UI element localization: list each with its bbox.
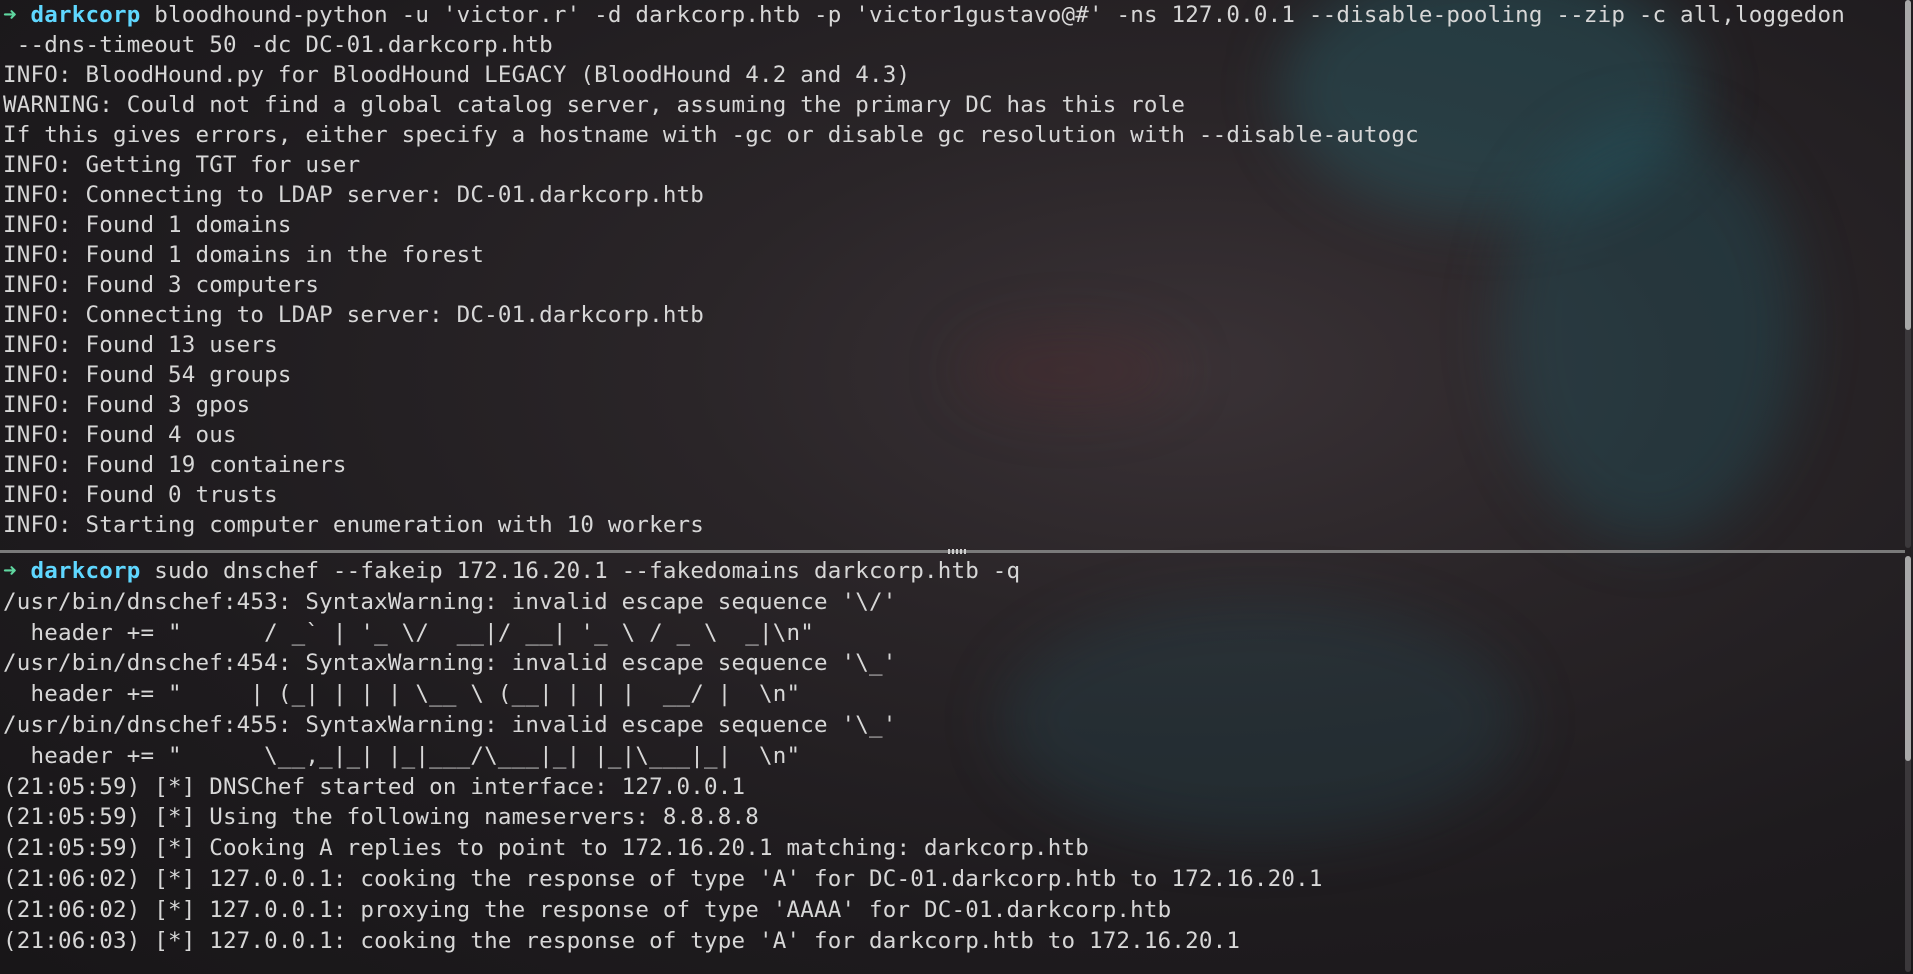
terminal-output: /usr/bin/dnschef:453: SyntaxWarning: inv… xyxy=(0,587,1905,957)
terminal-output: INFO: BloodHound.py for BloodHound LEGAC… xyxy=(0,60,1905,540)
output-line: INFO: Starting computer enumeration with… xyxy=(3,512,705,538)
prompt-arrow-icon: ➜ xyxy=(3,558,17,584)
prompt-arrow-icon: ➜ xyxy=(3,2,17,28)
output-line: header += " / _` | '_ \/ __|/ __| '_ \ /… xyxy=(3,619,815,646)
output-line: INFO: Found 0 trusts xyxy=(3,482,278,508)
output-line: /usr/bin/dnschef:455: SyntaxWarning: inv… xyxy=(3,711,897,738)
output-line: (21:05:59) [*] Cooking A replies to poin… xyxy=(3,835,1089,862)
output-line: INFO: Found 13 users xyxy=(3,332,278,358)
output-line: (21:06:02) [*] 127.0.0.1: cooking the re… xyxy=(3,865,1323,892)
output-line: INFO: Found 4 ous xyxy=(3,422,237,448)
output-line: INFO: Found 3 computers xyxy=(3,272,320,298)
output-line: (21:06:02) [*] 127.0.0.1: proxying the r… xyxy=(3,896,1172,923)
output-line: If this gives errors, either specify a h… xyxy=(3,122,1419,148)
command-text: bloodhound-python -u 'victor.r' -d darkc… xyxy=(140,2,1846,28)
prompt-host: darkcorp xyxy=(30,2,141,28)
output-line: INFO: Found 3 gpos xyxy=(3,392,251,418)
output-line: (21:06:03) [*] 127.0.0.1: cooking the re… xyxy=(3,927,1241,954)
terminal-pane-bottom[interactable]: ➜ darkcorp sudo dnschef --fakeip 172.16.… xyxy=(0,556,1905,974)
output-line: /usr/bin/dnschef:453: SyntaxWarning: inv… xyxy=(3,588,897,615)
output-line: INFO: Found 19 containers xyxy=(3,452,347,478)
prompt-line: ➜ darkcorp bloodhound-python -u 'victor.… xyxy=(0,0,1905,30)
output-line: (21:05:59) [*] Using the following names… xyxy=(3,804,760,831)
output-line: INFO: Found 1 domains xyxy=(3,212,292,238)
scrollbar-thumb-bottom[interactable] xyxy=(1905,556,1911,761)
prompt-line: ➜ darkcorp sudo dnschef --fakeip 172.16.… xyxy=(0,556,1905,587)
divider-grip-icon[interactable] xyxy=(948,549,966,554)
output-line: header += " \__,_|_| |_|___/\___|_| |_|\… xyxy=(3,742,801,769)
output-line: INFO: BloodHound.py for BloodHound LEGAC… xyxy=(3,62,911,88)
output-line: header += " | (_| | | | \__ \ (__| | | |… xyxy=(3,681,801,708)
output-line: INFO: Connecting to LDAP server: DC-01.d… xyxy=(3,302,705,328)
command-text: sudo dnschef --fakeip 172.16.20.1 --fake… xyxy=(140,558,1021,584)
output-line: INFO: Found 54 groups xyxy=(3,362,292,388)
output-line: INFO: Connecting to LDAP server: DC-01.d… xyxy=(3,182,705,208)
output-line: /usr/bin/dnschef:454: SyntaxWarning: inv… xyxy=(3,650,897,677)
terminal-pane-top[interactable]: ➜ darkcorp bloodhound-python -u 'victor.… xyxy=(0,0,1905,549)
output-line: (21:05:59) [*] DNSChef started on interf… xyxy=(3,773,746,800)
prompt-host: darkcorp xyxy=(30,558,141,584)
output-line: INFO: Getting TGT for user xyxy=(3,152,361,178)
command-continuation: --dns-timeout 50 -dc DC-01.darkcorp.htb xyxy=(3,32,553,58)
output-line: INFO: Found 1 domains in the forest xyxy=(3,242,485,268)
output-line: WARNING: Could not find a global catalog… xyxy=(3,92,1186,118)
scrollbar-thumb-top[interactable] xyxy=(1905,0,1911,330)
